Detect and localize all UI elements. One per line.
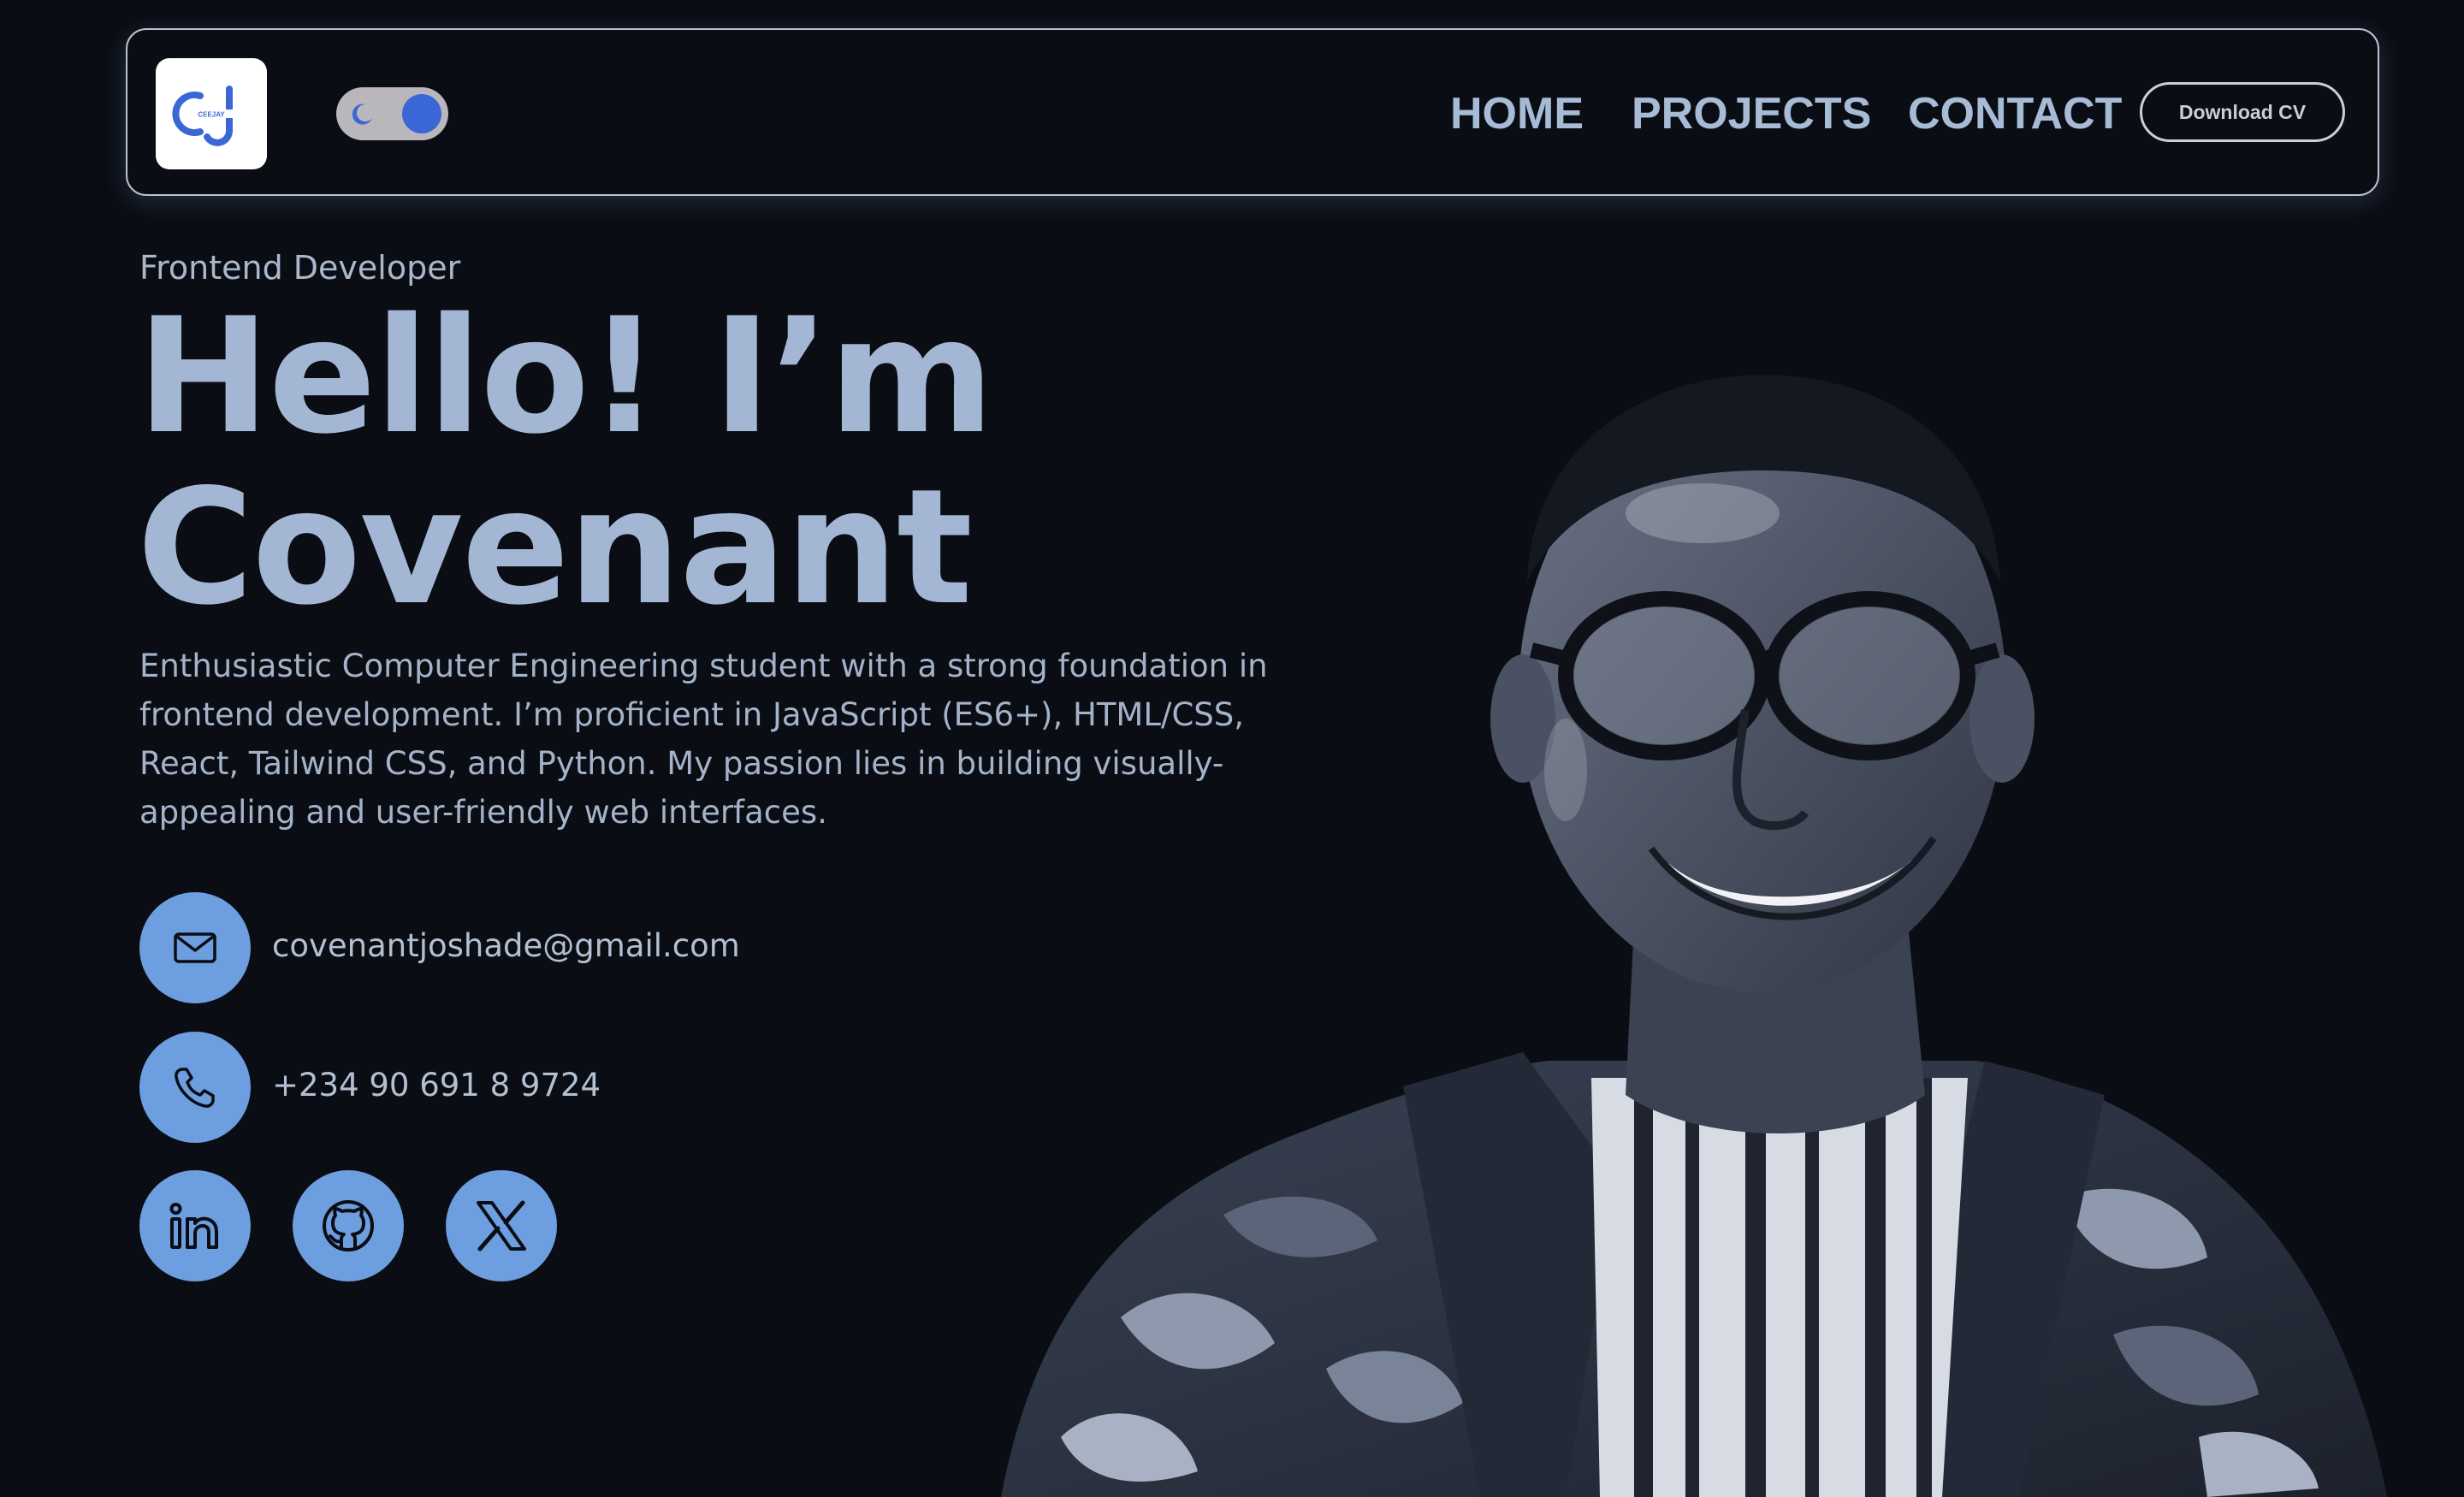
name-line: Covenant — [137, 454, 973, 640]
greeting-line: Hello! I’m — [137, 283, 994, 469]
download-cv-button[interactable]: Download CV — [2140, 82, 2345, 142]
theme-toggle[interactable] — [336, 87, 448, 140]
github-icon — [323, 1200, 374, 1251]
nav-contact[interactable]: CONTACT — [1908, 86, 2122, 141]
phone-button[interactable] — [139, 1032, 251, 1143]
linkedin-button[interactable] — [139, 1170, 251, 1281]
navbar: CEEJAY HOME PROJECTS CONTACT Download CV — [126, 28, 2379, 196]
nav-home[interactable]: HOME — [1450, 86, 1584, 141]
email-button[interactable] — [139, 892, 251, 1003]
portrait-image — [1001, 325, 2404, 1497]
logo-wordmark: CEEJAY — [198, 111, 225, 119]
phone-text[interactable]: +234 90 691 8 9724 — [272, 1064, 601, 1107]
toggle-knob — [402, 94, 441, 133]
portrait-photo — [1001, 375, 2387, 1497]
moon-icon — [352, 104, 372, 125]
phone-icon — [175, 1068, 215, 1108]
mail-icon — [174, 932, 216, 963]
x-twitter-button[interactable] — [446, 1170, 557, 1281]
hero-title: Hello! I’m Covenant — [137, 291, 994, 633]
x-twitter-icon — [477, 1200, 526, 1251]
nav-projects[interactable]: PROJECTS — [1632, 86, 1871, 141]
email-text[interactable]: covenantjoshade@gmail.com — [272, 925, 740, 967]
ceejay-logo-icon: CEEJAY — [172, 86, 233, 146]
logo[interactable]: CEEJAY — [156, 58, 267, 169]
github-button[interactable] — [293, 1170, 404, 1281]
linkedin-icon — [169, 1203, 218, 1249]
